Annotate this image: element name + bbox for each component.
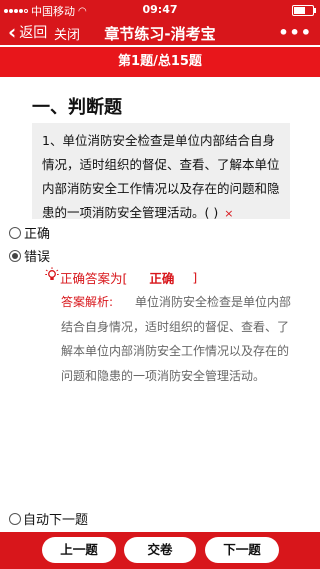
submit-exam-button[interactable]: 交卷	[124, 537, 196, 563]
correct-answer-label: 正确答案为[	[60, 271, 128, 286]
answer-analysis: 答案解析: 单位消防安全检查是单位内部结合自身情况，适时组织的督促、查看、了解本单…	[61, 290, 293, 388]
question-box: 1、单位消防安全检查是单位内部结合自身情况，适时组织的督促、查看、了解本单位内部…	[32, 123, 290, 220]
status-time: 09:47	[142, 3, 178, 16]
page-title: 章节练习-消考宝	[104, 25, 216, 43]
nav-bar: ‹ 返回 关闭 章节练习-消考宝 •••	[0, 20, 320, 45]
question-progress: 第1题/总15题	[0, 47, 320, 77]
auto-next-toggle[interactable]: 自动下一题	[9, 509, 88, 528]
correct-answer-value: 正确	[149, 271, 175, 286]
radio-button[interactable]	[9, 249, 21, 262]
wrong-mark-icon: ×	[224, 207, 234, 220]
question-text: 1、单位消防安全检查是单位内部结合自身情况，适时组织的督促、查看、了解本单位内部…	[32, 123, 290, 226]
option-label: 正确	[24, 227, 51, 242]
question-content: 1、单位消防安全检查是单位内部结合自身情况，适时组织的督促、查看、了解本单位内部…	[42, 133, 280, 220]
option-false[interactable]: 错误	[9, 246, 50, 265]
radio-button[interactable]	[9, 226, 21, 239]
prev-question-button[interactable]: 上一题	[42, 537, 116, 563]
auto-next-checkbox[interactable]	[9, 512, 21, 525]
auto-next-label: 自动下一题	[23, 513, 89, 528]
correct-answer: 正确答案为[ 正确 ]	[44, 268, 197, 287]
next-question-button[interactable]: 下一题	[205, 537, 279, 563]
option-label: 错误	[24, 250, 51, 265]
section-title: 一、判断题	[32, 97, 122, 118]
option-true[interactable]: 正确	[9, 223, 50, 242]
bottom-toolbar: 上一题 交卷 下一题	[0, 532, 320, 569]
more-button[interactable]: •••	[278, 23, 312, 42]
correct-answer-bracket: ]	[192, 270, 198, 285]
battery-icon	[292, 5, 316, 16]
status-bar: 中国移动 ◠ 09:47	[0, 0, 320, 20]
analysis-label: 答案解析:	[61, 295, 114, 309]
